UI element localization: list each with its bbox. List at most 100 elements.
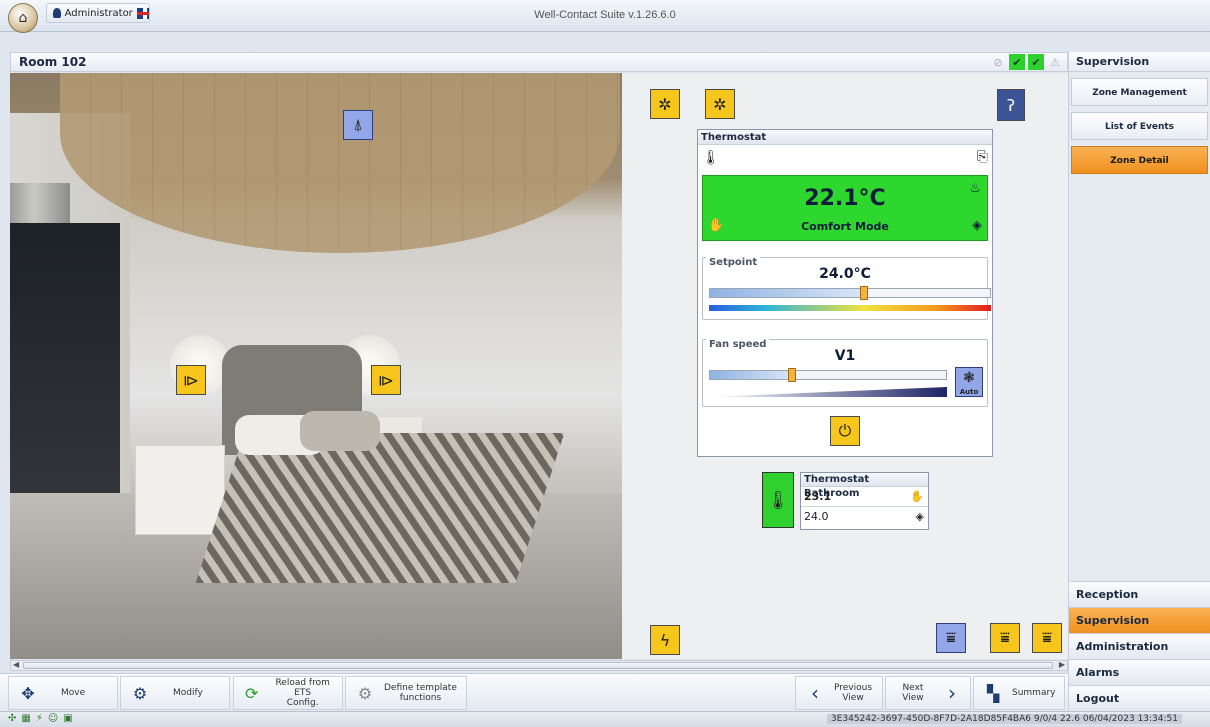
summary-button[interactable]: ▚ Summary <box>973 676 1065 710</box>
manual-hand-icon: ✋ <box>708 218 725 233</box>
spot-light-control-2[interactable]: ✲ <box>705 89 735 119</box>
setpoint-slider[interactable] <box>709 288 991 298</box>
define-template-button[interactable]: ⚙ Define template functions <box>345 676 467 710</box>
comfort-mode-label: Comfort Mode <box>801 220 889 233</box>
thermostat-power-button[interactable]: ⏻ <box>830 416 860 446</box>
wall-lamp-icon: ⧐ <box>183 370 199 390</box>
room-header: Room 102 ⊘ ✔ ✔ ⚠ <box>10 52 1068 72</box>
shutter-control-2[interactable]: ⩸ <box>990 623 1020 653</box>
warning-icon[interactable]: ⚠ <box>1047 54 1063 70</box>
previous-label-line1: Previous <box>834 683 873 693</box>
spot-light-control-1[interactable]: ✲ <box>650 89 680 119</box>
bathroom-thermostat-panel: Thermostat Bathroom 23.1 ✋ 24.0 ◈ <box>800 472 929 530</box>
server-status-icon: ▦ <box>21 713 31 724</box>
nav-logout[interactable]: Logout <box>1069 685 1210 711</box>
nav-supervision[interactable]: Supervision <box>1069 607 1210 633</box>
current-temperature: 22.1°C <box>804 186 886 211</box>
move-button[interactable]: ✥ Move <box>8 676 118 710</box>
comfort-mode-icon[interactable]: ◈ <box>972 218 982 233</box>
shutter-control-3[interactable]: ⩸ <box>1032 623 1062 653</box>
thermostat-settings-icon[interactable]: 🌡 <box>702 150 720 166</box>
reload-ets-button[interactable]: ⟳ Reload from ETS Config. <box>233 676 343 710</box>
no-disturb-icon[interactable]: ⊘ <box>990 54 1006 70</box>
fan-auto-button[interactable]: ❃ Auto <box>955 367 983 397</box>
fan-speed-value: V1 <box>834 348 856 364</box>
shutter-icon: ⩸ <box>1000 628 1010 647</box>
comfort-mode-icon: ◈ <box>915 510 924 523</box>
shutter-icon: ⩸ <box>1042 628 1052 647</box>
room-photo <box>10 73 622 659</box>
door-hanger-control[interactable]: ʔ <box>997 89 1025 121</box>
move-arrows-icon: ✥ <box>21 683 35 703</box>
reload-label-line1: Reload from ETS <box>275 678 330 698</box>
manual-hand-icon: ✋ <box>910 490 924 503</box>
wall-lamp-right-control[interactable]: ⧐ <box>371 365 401 395</box>
fan-speed-slider-thumb[interactable] <box>788 368 797 382</box>
bathroom-thermostat-button[interactable]: 🌡 <box>762 472 794 528</box>
spot-light-icon: ✲ <box>658 94 672 114</box>
thermometer-icon: 🌡 <box>766 489 790 511</box>
modify-gear-icon: ⚙ <box>132 683 148 703</box>
check-status-icon[interactable]: ✔ <box>1009 54 1025 70</box>
sidebar-header: Supervision <box>1069 52 1210 72</box>
setpoint-group: Setpoint 24.0°C <box>702 257 991 320</box>
door-hanger-icon: ʔ <box>1006 95 1016 115</box>
template-gear-icon: ⚙ <box>357 683 373 703</box>
sidebar-item-zone-management[interactable]: Zone Management <box>1071 78 1208 106</box>
network-status-icon: ✣ <box>8 713 17 724</box>
fan-speed-slider[interactable] <box>709 370 947 380</box>
right-sidebar: Supervision Zone Management List of Even… <box>1068 52 1210 711</box>
sidebar-item-zone-detail[interactable]: Zone Detail <box>1071 146 1208 174</box>
define-label-line2: functions <box>399 693 442 703</box>
wall-lamp-left-control[interactable]: ⧐ <box>176 365 206 395</box>
reload-icon: ⟳ <box>244 683 259 703</box>
reload-label-line2: Config. <box>286 698 319 708</box>
power-icon: ⏻ <box>838 421 852 440</box>
bathroom-thermostat-title: Thermostat Bathroom <box>801 473 928 499</box>
setpoint-value: 24.0°C <box>819 266 871 282</box>
bottom-toolbar: ✥ Move ⚙ Modify ⟳ Reload from ETS Config… <box>0 673 1068 711</box>
comfort-status-panel: 22.1°C Comfort Mode ♨ ✋ ◈ <box>702 175 988 241</box>
connection-status-icon: ⚡ <box>35 713 43 724</box>
next-view-button[interactable]: Next View › <box>885 676 971 710</box>
status-bar: ✣ ▦ ⚡ ☺ ▣ 3E345242-3697-450D-8F7D-2A18D8… <box>0 711 1210 727</box>
summary-icon: ▚ <box>986 683 1000 703</box>
ceiling-light-icon: ⍋ <box>353 115 363 134</box>
nav-alarms[interactable]: Alarms <box>1069 659 1210 685</box>
summary-label: Summary <box>1012 688 1056 698</box>
bathroom-temperature: 23.1 <box>804 490 832 503</box>
fan-icon: ❃ <box>963 370 975 386</box>
scroll-right-icon[interactable]: ▶ <box>1059 660 1065 669</box>
setpoint-slider-thumb[interactable] <box>860 286 869 300</box>
fan-speed-ramp <box>709 387 947 397</box>
bathroom-setpoint: 24.0 <box>804 510 829 523</box>
room-title: Room 102 <box>19 55 87 69</box>
thermostat-panel: Thermostat 🌡 ⎘ 22.1°C Comfort Mode ♨ ✋ ◈… <box>697 129 993 457</box>
modify-button[interactable]: ⚙ Modify <box>120 676 230 710</box>
title-bar: ⌂ Administrator Well-Contact Suite v.1.2… <box>0 0 1210 33</box>
users-status-icon: ☺ <box>47 713 59 724</box>
nav-reception[interactable]: Reception <box>1069 581 1210 607</box>
previous-view-button[interactable]: ‹ Previous View <box>795 676 883 710</box>
spot-light-icon: ✲ <box>713 94 727 114</box>
scroll-left-icon[interactable]: ◀ <box>13 660 19 669</box>
chevron-left-icon: ‹ <box>811 681 819 705</box>
check-alt-status-icon[interactable]: ✔ <box>1028 54 1044 70</box>
modify-label: Modify <box>173 688 203 698</box>
power-outlet-control[interactable]: ϟ <box>650 625 680 655</box>
chevron-right-icon: › <box>947 681 956 705</box>
sidebar-item-list-of-events[interactable]: List of Events <box>1071 112 1208 140</box>
fan-auto-label: Auto <box>959 388 979 396</box>
ceiling-light-control[interactable]: ⍋ <box>343 110 373 140</box>
thermostat-title: Thermostat <box>698 130 992 145</box>
temperature-gradient-bar <box>709 305 991 311</box>
horizontal-scrollbar[interactable]: ◀ ▶ <box>10 660 1068 671</box>
scrollbar-thumb[interactable] <box>23 662 1053 669</box>
shutter-control-1[interactable]: ⩸ <box>936 623 966 653</box>
shutter-icon: ⩸ <box>946 628 956 647</box>
status-text: 3E345242-3697-450D-8F7D-2A18D85F4BA6 9/0… <box>826 714 1182 724</box>
nav-administration[interactable]: Administration <box>1069 633 1210 659</box>
previous-label-line2: View <box>842 693 864 703</box>
thermostat-log-icon[interactable]: ⎘ <box>977 149 988 165</box>
define-label-line1: Define template <box>384 683 457 693</box>
